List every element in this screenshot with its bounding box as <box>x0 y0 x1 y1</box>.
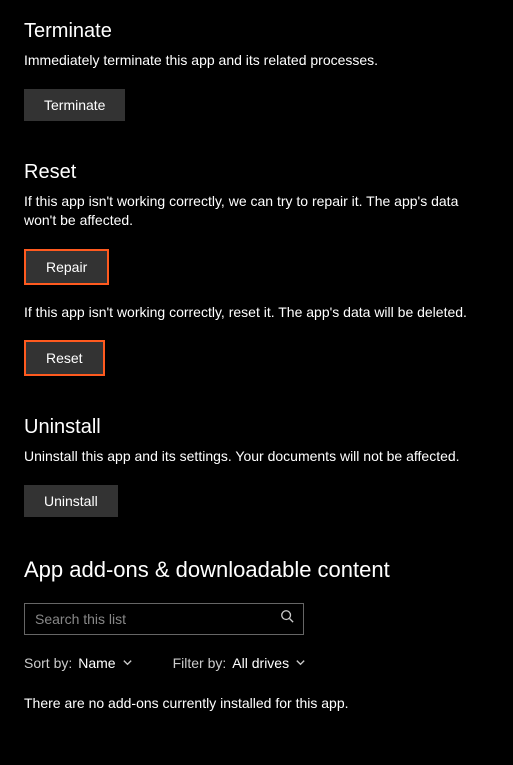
search-input[interactable] <box>25 605 271 633</box>
addons-empty-message: There are no add-ons currently installed… <box>24 695 489 711</box>
search-icon <box>280 609 294 628</box>
reset-title: Reset <box>24 161 489 184</box>
filter-value: All drives <box>232 655 289 671</box>
sort-label: Sort by: <box>24 655 72 671</box>
repair-button[interactable]: Repair <box>24 249 109 285</box>
filter-row: Sort by: Name Filter by: All drives <box>24 655 489 671</box>
reset-section: Reset If this app isn't working correctl… <box>24 161 489 377</box>
uninstall-section: Uninstall Uninstall this app and its set… <box>24 416 489 517</box>
uninstall-button[interactable]: Uninstall <box>24 485 118 517</box>
sort-value: Name <box>78 655 115 671</box>
filter-label: Filter by: <box>173 655 227 671</box>
terminate-section: Terminate Immediately terminate this app… <box>24 20 489 121</box>
chevron-down-icon <box>295 655 306 671</box>
filter-by-dropdown[interactable]: Filter by: All drives <box>173 655 306 671</box>
addons-section: App add-ons & downloadable content Sort … <box>24 557 489 711</box>
reset-description: If this app isn't working correctly, res… <box>24 303 489 323</box>
uninstall-title: Uninstall <box>24 416 489 439</box>
search-box <box>24 603 304 635</box>
uninstall-description: Uninstall this app and its settings. You… <box>24 447 489 467</box>
repair-description: If this app isn't working correctly, we … <box>24 192 489 231</box>
terminate-description: Immediately terminate this app and its r… <box>24 51 489 71</box>
search-button[interactable] <box>271 604 303 634</box>
chevron-down-icon <box>122 655 133 671</box>
terminate-title: Terminate <box>24 20 489 43</box>
reset-button[interactable]: Reset <box>24 340 105 376</box>
terminate-button[interactable]: Terminate <box>24 89 125 121</box>
sort-by-dropdown[interactable]: Sort by: Name <box>24 655 133 671</box>
addons-title: App add-ons & downloadable content <box>24 557 489 583</box>
